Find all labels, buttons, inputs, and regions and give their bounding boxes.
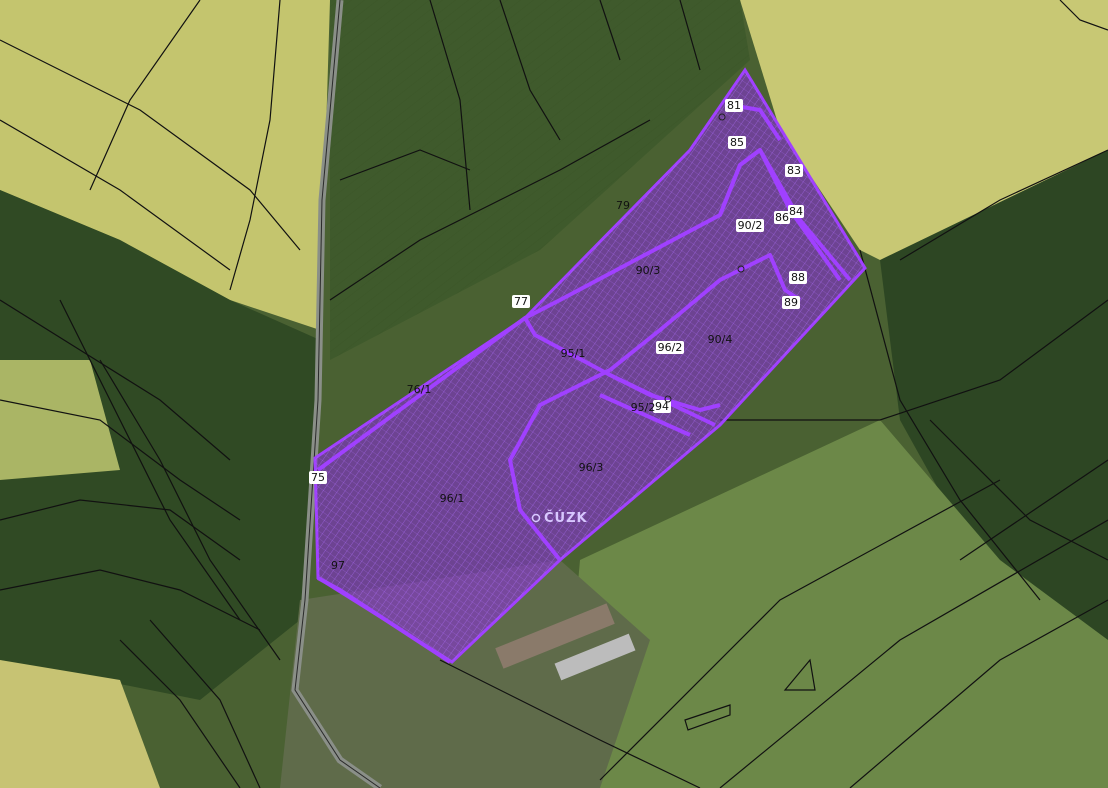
parcel-label-90-3[interactable]: 90/3 <box>636 264 661 277</box>
parcel-label-88[interactable]: 88 <box>789 271 807 284</box>
parcel-label-90-2[interactable]: 90/2 <box>736 219 764 232</box>
svg-text:97: 97 <box>331 559 345 572</box>
parcel-label-75[interactable]: 75 <box>309 471 327 484</box>
svg-text:85: 85 <box>730 136 744 149</box>
parcel-label-96-1[interactable]: 96/1 <box>440 492 465 505</box>
parcel-label-89[interactable]: 89 <box>782 296 800 309</box>
svg-text:88: 88 <box>791 271 805 284</box>
svg-text:90/4: 90/4 <box>708 333 733 346</box>
svg-text:96/2: 96/2 <box>658 341 683 354</box>
svg-text:79: 79 <box>616 199 630 212</box>
svg-text:83: 83 <box>787 164 801 177</box>
parcel-label-86[interactable]: 86 <box>774 211 790 224</box>
svg-text:ČÚZK: ČÚZK <box>544 510 588 526</box>
svg-text:75: 75 <box>311 471 325 484</box>
parcel-label-79[interactable]: 79 <box>616 199 630 212</box>
svg-text:96/3: 96/3 <box>579 461 604 474</box>
cadastral-map[interactable]: 81 85 83 79 90/2 86 84 90/3 88 77 89 95/… <box>0 0 1108 788</box>
parcel-label-90-4[interactable]: 90/4 <box>708 333 733 346</box>
parcel-label-76-1[interactable]: 76/1 <box>407 383 432 396</box>
svg-text:77: 77 <box>514 295 528 308</box>
svg-text:95/2: 95/2 <box>631 401 656 414</box>
svg-text:96/1: 96/1 <box>440 492 465 505</box>
parcel-label-95-2[interactable]: 95/2 <box>631 401 656 414</box>
parcel-label-96-2[interactable]: 96/2 <box>656 341 684 354</box>
svg-text:90/3: 90/3 <box>636 264 661 277</box>
svg-text:90/2: 90/2 <box>738 219 763 232</box>
svg-text:95/1: 95/1 <box>561 347 586 360</box>
svg-text:89: 89 <box>784 296 798 309</box>
parcel-label-97[interactable]: 97 <box>331 559 345 572</box>
parcel-label-77[interactable]: 77 <box>512 295 530 308</box>
svg-text:81: 81 <box>727 99 741 112</box>
svg-text:84: 84 <box>789 205 803 218</box>
parcel-label-85[interactable]: 85 <box>728 136 746 149</box>
parcel-label-96-3[interactable]: 96/3 <box>579 461 604 474</box>
parcel-label-83[interactable]: 83 <box>785 164 803 177</box>
parcel-label-95-1[interactable]: 95/1 <box>561 347 586 360</box>
parcel-label-81[interactable]: 81 <box>725 99 743 112</box>
svg-text:76/1: 76/1 <box>407 383 432 396</box>
parcel-label-84[interactable]: 84 <box>788 205 804 218</box>
svg-text:86: 86 <box>775 211 789 224</box>
